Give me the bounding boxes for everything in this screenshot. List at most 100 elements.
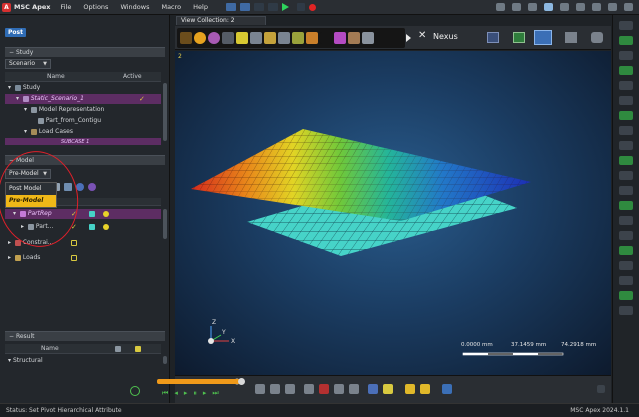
tree-row-loads[interactable]: ▸ Loads — [5, 253, 161, 263]
filter-icon[interactable] — [319, 384, 329, 394]
menu-windows[interactable]: Windows — [120, 3, 149, 11]
side-tool-icon[interactable] — [619, 96, 633, 105]
connect-tool-icon[interactable] — [278, 32, 290, 44]
study-scrollbar[interactable] — [163, 83, 167, 141]
panel-toggle-icon[interactable] — [597, 385, 605, 393]
record-stop-icon[interactable] — [308, 3, 316, 11]
tree-row-part[interactable]: Part_from_Contigu — [5, 116, 161, 126]
sphere-tool-icon[interactable] — [194, 32, 206, 44]
first-frame-icon[interactable]: ⏮ — [162, 389, 168, 398]
step-icon[interactable] — [296, 3, 305, 11]
frame-slider[interactable] — [157, 379, 242, 384]
side-tool-icon[interactable] — [619, 261, 633, 270]
result-section-header[interactable]: − Result — [5, 331, 165, 341]
side-tool-icon[interactable] — [619, 66, 633, 75]
constraint-tool-icon[interactable] — [264, 32, 276, 44]
menu-help[interactable]: Help — [193, 3, 208, 11]
nexus-icon[interactable]: ✕ — [418, 30, 426, 41]
expand-arrow-icon[interactable]: ▾ — [16, 95, 19, 102]
visibility-icon[interactable] — [88, 183, 96, 191]
molecule-tool-icon[interactable] — [334, 32, 346, 44]
expand-arrow-icon[interactable]: ▾ — [24, 128, 27, 135]
tree-row-structural[interactable]: ▾ Structural — [5, 356, 161, 366]
side-tool-icon[interactable] — [619, 81, 633, 90]
menu-options[interactable]: Options — [83, 3, 108, 11]
side-tool-icon[interactable] — [619, 141, 633, 150]
result-color-icon[interactable] — [135, 346, 141, 352]
help-icon[interactable] — [576, 3, 585, 11]
node-icon[interactable] — [349, 384, 359, 394]
graphics-viewport[interactable]: 2 Z X Y 0.0000 mm 37.1459 mm 74.2918 mm — [175, 51, 611, 375]
side-tool-icon[interactable] — [619, 246, 633, 255]
grid-icon[interactable] — [528, 3, 537, 11]
window-tool-icon[interactable] — [487, 32, 499, 43]
side-tool-icon[interactable] — [619, 306, 633, 315]
surface-tool-icon[interactable] — [236, 32, 248, 44]
study-section-header[interactable]: − Study — [5, 47, 165, 57]
view-collection-tab[interactable]: View Collection: 2 — [176, 16, 266, 25]
side-tool-icon[interactable] — [619, 216, 633, 225]
view-pan-icon[interactable] — [285, 384, 295, 394]
display-mode-icon[interactable] — [103, 224, 109, 230]
view-fit-icon[interactable] — [255, 384, 265, 394]
redo-icon[interactable] — [239, 3, 250, 11]
pin-icon[interactable] — [420, 384, 430, 394]
maximize-icon[interactable] — [608, 3, 617, 11]
mesh-color-swatch[interactable] — [89, 211, 95, 217]
last-frame-icon[interactable]: ⏭ — [212, 389, 218, 398]
arrow-tool-icon[interactable] — [222, 32, 234, 44]
active-check-icon[interactable]: ✓ — [139, 94, 145, 104]
attach-tool-icon[interactable] — [591, 32, 603, 43]
side-tool-icon[interactable] — [619, 201, 633, 210]
inspect-tool-icon[interactable] — [362, 32, 374, 44]
tools-icon[interactable] — [560, 3, 569, 11]
macro-icon[interactable] — [253, 3, 264, 11]
mesh-tool-icon[interactable] — [250, 32, 262, 44]
view-icon[interactable] — [512, 3, 521, 11]
menu-macro[interactable]: Macro — [161, 3, 181, 11]
property-tool-icon[interactable] — [292, 32, 304, 44]
frame-slider-handle[interactable] — [238, 378, 245, 385]
result-scrollbar[interactable] — [163, 356, 167, 364]
play-macro-icon[interactable] — [281, 3, 289, 11]
menu-file[interactable]: File — [60, 3, 71, 11]
camera-icon[interactable] — [496, 3, 505, 11]
next-frame-icon[interactable]: ▸ — [203, 389, 207, 398]
undo-icon[interactable] — [225, 3, 236, 11]
tree-row-study[interactable]: ▾ Study — [5, 83, 161, 93]
prev-frame-icon[interactable]: ◂ — [174, 389, 178, 398]
material-tool-icon[interactable] — [208, 32, 220, 44]
expand-arrow-icon[interactable]: ▾ — [8, 357, 11, 364]
result-tool-icon[interactable] — [115, 346, 121, 352]
element-icon[interactable] — [334, 384, 344, 394]
display-tool-icon[interactable] — [565, 32, 577, 43]
visibility-toggle-icon[interactable] — [71, 240, 77, 246]
expand-toolbar-icon[interactable] — [406, 34, 411, 42]
side-tool-icon[interactable] — [619, 111, 633, 120]
view-rotate-icon[interactable] — [270, 384, 280, 394]
minimize-icon[interactable] — [592, 3, 601, 11]
expand-arrow-icon[interactable]: ▾ — [8, 84, 11, 91]
close-icon[interactable] — [624, 3, 633, 11]
expand-arrow-icon[interactable]: ▸ — [8, 254, 11, 261]
model-tool-icon[interactable] — [180, 32, 192, 44]
side-tool-icon[interactable] — [619, 276, 633, 285]
side-tool-icon[interactable] — [619, 291, 633, 300]
side-tool-icon[interactable] — [619, 156, 633, 165]
mesh-color-swatch[interactable] — [89, 224, 95, 230]
load-tool-icon[interactable] — [306, 32, 318, 44]
side-tool-icon[interactable] — [619, 126, 633, 135]
select-icon[interactable] — [304, 384, 314, 394]
nexus-label[interactable]: Nexus — [433, 32, 458, 41]
side-tool-icon[interactable] — [619, 21, 633, 30]
scenario-dropdown[interactable]: Scenario ▼ — [5, 59, 51, 69]
side-tool-icon[interactable] — [619, 36, 633, 45]
pencil-icon[interactable] — [405, 384, 415, 394]
pause-icon[interactable]: ⏸ — [193, 389, 197, 398]
post-mode-tab[interactable]: Post — [5, 28, 26, 37]
play-icon[interactable]: ▸ — [184, 389, 188, 398]
tree-row-scenario[interactable]: ▾ Static_Scenario_1 ✓ — [5, 94, 161, 104]
side-tool-icon[interactable] — [619, 186, 633, 195]
model-scrollbar[interactable] — [163, 209, 167, 239]
side-tool-icon[interactable] — [619, 51, 633, 60]
